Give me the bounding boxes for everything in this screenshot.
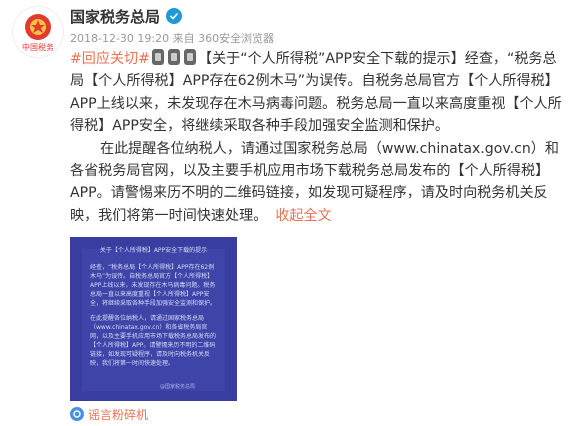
attached-image-para-1: 经查，“税务总局【个人所得税】APP存在62例木马”为误传。自税务总局官方【个人… [90, 264, 217, 307]
avatar[interactable]: 中国税务 [12, 6, 64, 58]
attached-image-footer: @国家税务总局 [160, 384, 196, 390]
author-row: 国家税务总局 [70, 4, 183, 28]
post-client[interactable]: 360安全浏览器 [198, 32, 274, 45]
attached-image-title: 关于【个人所得税】APP安全下载的提示 [99, 247, 208, 254]
post-timestamp[interactable]: 2018-12-30 19:20 [70, 32, 169, 45]
hashtag-link[interactable]: #回应关切# [70, 51, 150, 67]
source-link-label[interactable]: 谣言粉碎机 [88, 406, 148, 423]
attached-image[interactable]: 关于【个人所得税】APP安全下载的提示 经查，“税务总局【个人所得税】APP存在… [70, 237, 237, 401]
candle-emoji-icon [184, 49, 196, 65]
post-meta: 2018-12-30 19:20 来自 360安全浏览器 [70, 30, 274, 46]
post-text-2a: 在此提醒各位纳税人，请通过国家税务总局（ [100, 140, 382, 157]
attached-image-body: 经查，“税务总局【个人所得税】APP存在62例木马”为误传。自税务总局官方【个人… [90, 263, 218, 374]
post-content: #回应关切# 【关于“个人所得税”APP安全下载的提示】经查，“税务总局【个人所得… [70, 48, 570, 227]
attached-image-para-2: 在此提醒各位纳税人，请通过国家税务总局（www.chinatax.gov.cn）… [90, 315, 217, 367]
author-name[interactable]: 国家税务总局 [70, 6, 160, 27]
collapse-text-link[interactable]: 收起全文 [275, 208, 331, 224]
source-prefix: 来自 [172, 32, 195, 45]
chinatax-url[interactable]: www.chinatax.gov.cn [382, 141, 531, 157]
candle-emoji-icon [152, 49, 164, 65]
rumor-buster-icon [70, 407, 84, 421]
post-paragraph-1: #回应关切# 【关于“个人所得税”APP安全下载的提示】经查，“税务总局【个人所得… [70, 48, 570, 138]
source-link-row[interactable]: 谣言粉碎机 [70, 405, 148, 423]
post-paragraph-2: 在此提醒各位纳税人，请通过国家税务总局（www.chinatax.gov.cn）… [70, 138, 570, 228]
verified-badge-icon [166, 8, 183, 24]
avatar-caption: 中国税务 [22, 43, 54, 52]
candle-emoji-icon [168, 49, 180, 65]
